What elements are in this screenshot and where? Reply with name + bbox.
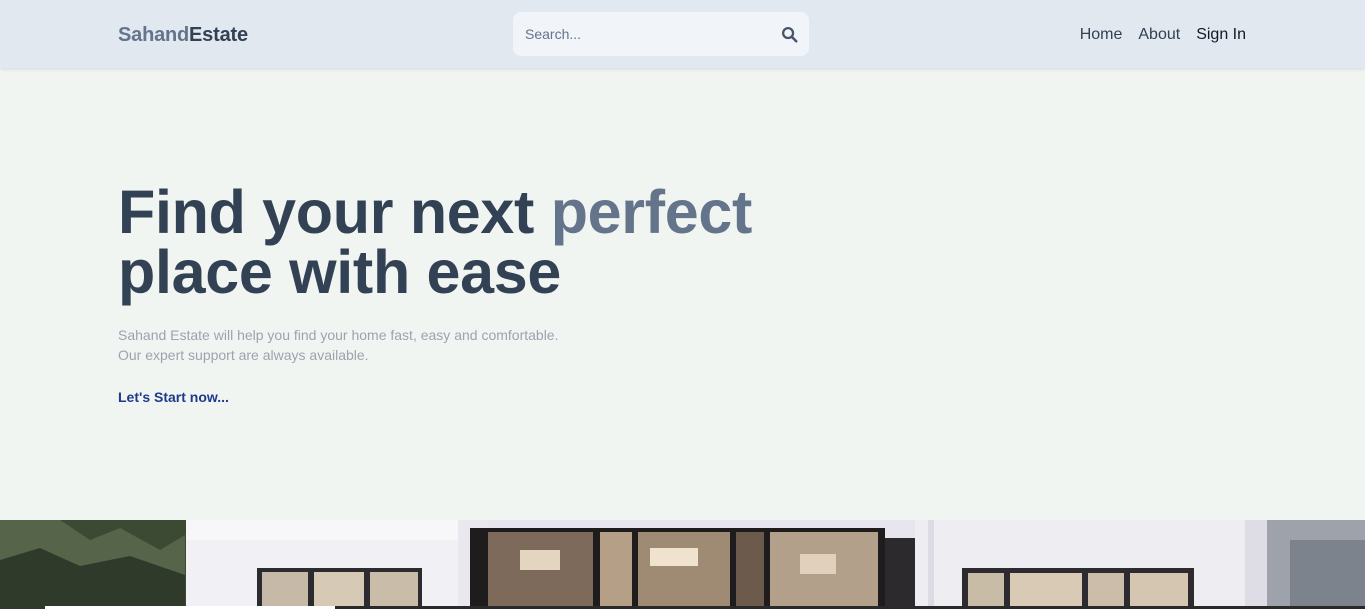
- site-header: SahandEstate Home About Sign In: [0, 0, 1365, 68]
- nav-sign-in-link[interactable]: Sign In: [1196, 25, 1246, 45]
- search-input[interactable]: [525, 26, 765, 42]
- hero-title-start: Find your next: [118, 178, 551, 246]
- logo-part-2: Estate: [189, 24, 248, 46]
- search-icon[interactable]: [779, 23, 799, 45]
- hero-title: Find your next perfect place with ease: [118, 182, 858, 303]
- start-now-link[interactable]: Let's Start now...: [118, 389, 229, 405]
- hero-title-line2: place with ease: [118, 238, 562, 306]
- house-banner-image: [0, 520, 1365, 609]
- logo-part-1: Sahand: [118, 24, 190, 46]
- hero-subtitle-line1: Sahand Estate will help you find your ho…: [118, 327, 559, 343]
- hero-section: Find your next perfect place with ease S…: [118, 182, 858, 407]
- search-form: [513, 12, 809, 56]
- hero-subtitle: Sahand Estate will help you find your ho…: [118, 325, 858, 365]
- nav-home-link[interactable]: Home: [1080, 25, 1123, 45]
- hero-title-accent: perfect: [550, 178, 753, 246]
- main-nav: Home About Sign In: [1080, 25, 1246, 45]
- hero-subtitle-line2: Our expert support are always available.: [118, 347, 369, 363]
- nav-about-link[interactable]: About: [1138, 25, 1180, 45]
- brand-logo[interactable]: SahandEstate: [118, 23, 248, 47]
